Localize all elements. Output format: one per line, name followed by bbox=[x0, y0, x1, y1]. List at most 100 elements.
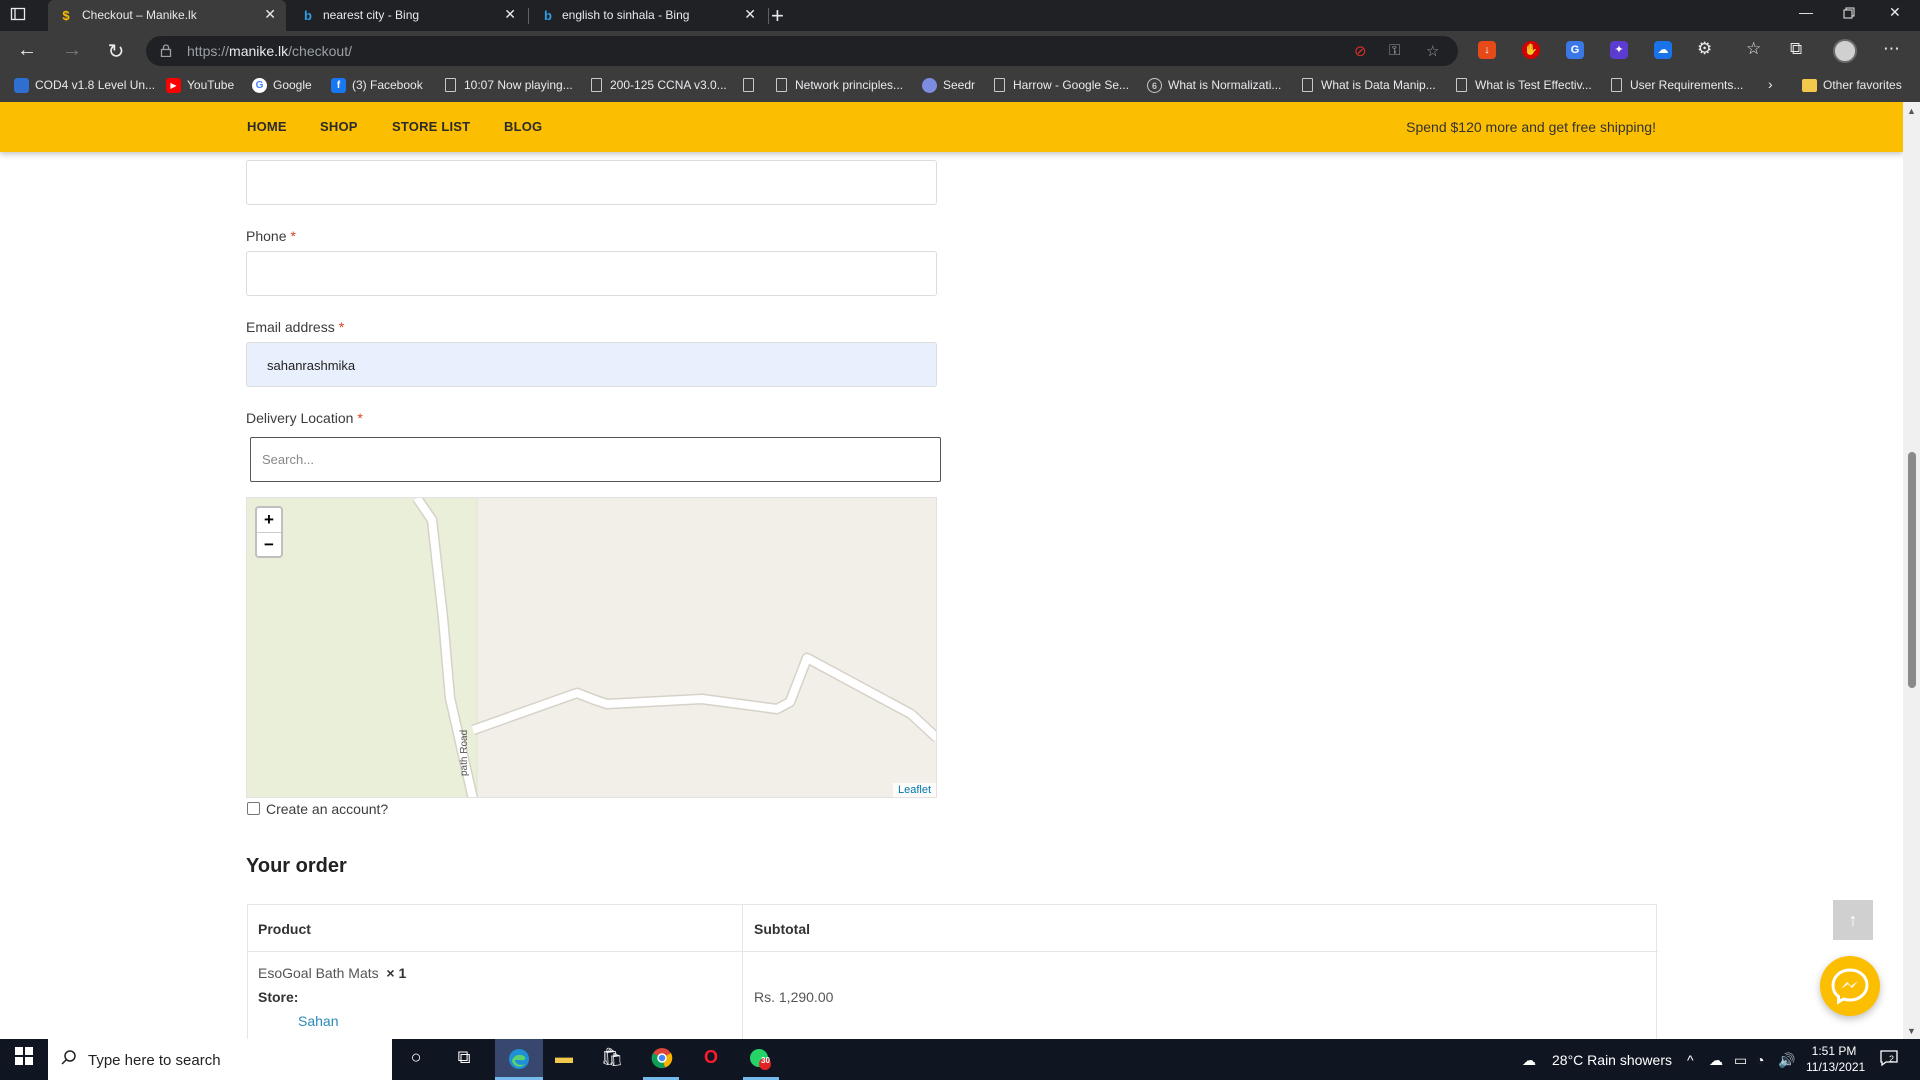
extensions-icon[interactable]: ⚙ bbox=[1697, 39, 1712, 59]
adblock-extension-icon[interactable]: ✋ bbox=[1522, 41, 1540, 59]
leaflet-attribution-link[interactable]: Leaflet bbox=[892, 783, 936, 797]
location-search-input[interactable]: Search... bbox=[250, 437, 941, 482]
chevron-right-icon[interactable]: › bbox=[1768, 76, 1773, 93]
weather-icon[interactable]: ☁ bbox=[1522, 1052, 1536, 1069]
bookmark-network-principles[interactable]: Network principles... bbox=[774, 78, 903, 95]
bing-icon: b bbox=[544, 8, 552, 23]
scroll-down-arrow-icon[interactable]: ▼ bbox=[1907, 1026, 1916, 1036]
nav-blog[interactable]: BLOG bbox=[504, 119, 542, 134]
download-extension-icon[interactable]: ↓ bbox=[1478, 41, 1496, 59]
bookmark-test-effectiveness[interactable]: What is Test Effectiv... bbox=[1454, 78, 1592, 95]
phone-input[interactable] bbox=[246, 251, 937, 296]
tab-title: Checkout – Manike.lk bbox=[82, 8, 197, 22]
search-placeholder: Search... bbox=[262, 452, 315, 467]
system-clock[interactable]: 1:51 PM 11/13/2021 bbox=[1806, 1043, 1865, 1075]
phone-label: Phone * bbox=[246, 228, 296, 244]
tab-title: english to sinhala - Bing bbox=[562, 8, 690, 22]
subtotal-column-header: Subtotal bbox=[754, 921, 810, 937]
forward-icon[interactable]: → bbox=[60, 39, 84, 62]
nav-shop[interactable]: SHOP bbox=[320, 119, 358, 134]
collections-icon[interactable]: ⧉ bbox=[1790, 39, 1802, 59]
restore-icon[interactable] bbox=[1843, 6, 1855, 22]
document-blue-icon bbox=[14, 78, 29, 93]
cloud-extension-icon[interactable]: ☁ bbox=[1654, 41, 1672, 59]
email-input[interactable]: sahanrashmika bbox=[246, 342, 937, 387]
edge-taskbar-icon[interactable] bbox=[505, 1047, 533, 1071]
previous-field-input[interactable] bbox=[246, 160, 937, 205]
translate-extension-icon[interactable]: G bbox=[1566, 41, 1584, 59]
url-text[interactable]: https://manike.lk/checkout/ bbox=[187, 43, 352, 59]
other-favorites-folder[interactable]: Other favorites bbox=[1802, 78, 1902, 95]
tab-english-to-sinhala[interactable]: b english to sinhala - Bing ✕ bbox=[530, 0, 766, 31]
close-tab-icon[interactable]: ✕ bbox=[264, 6, 276, 23]
bookmark-normalization[interactable]: 6 What is Normalizati... bbox=[1147, 78, 1281, 95]
task-view-icon[interactable]: ⧉ bbox=[450, 1047, 478, 1071]
bookmark-facebook[interactable]: f (3) Facebook bbox=[331, 78, 423, 95]
meet-now-icon[interactable]: ▭ bbox=[1734, 1052, 1747, 1069]
close-window-icon[interactable]: ✕ bbox=[1889, 4, 1901, 21]
whatsapp-icon[interactable]: 30 bbox=[746, 1047, 774, 1071]
close-tab-icon[interactable]: ✕ bbox=[504, 6, 516, 23]
profile-avatar[interactable] bbox=[1833, 39, 1857, 63]
bookmark-harrow[interactable]: Harrow - Google Se... bbox=[992, 78, 1129, 95]
vpn-extension-icon[interactable]: ✦ bbox=[1610, 41, 1628, 59]
more-menu-icon[interactable]: ⋯ bbox=[1883, 39, 1900, 59]
new-tab-icon[interactable]: + bbox=[771, 3, 784, 29]
bookmark-seedr[interactable]: Seedr bbox=[922, 78, 975, 95]
bookmark-google[interactable]: G Google bbox=[252, 78, 312, 95]
tab-nearest-city[interactable]: b nearest city - Bing ✕ bbox=[290, 0, 526, 31]
store-name-link[interactable]: Sahan bbox=[298, 1013, 338, 1029]
volume-icon[interactable]: 🔊 bbox=[1778, 1052, 1795, 1069]
taskbar-search-box[interactable]: Type here to search bbox=[48, 1039, 392, 1080]
manike-favicon-icon: $ bbox=[62, 8, 70, 23]
page-scrollbar[interactable]: ▲ ▼ bbox=[1903, 102, 1920, 1039]
minimize-icon[interactable]: — bbox=[1799, 4, 1813, 20]
tab-checkout[interactable]: $ Checkout – Manike.lk ✕ bbox=[48, 0, 286, 31]
chrome-icon[interactable] bbox=[648, 1047, 676, 1071]
cortana-icon[interactable]: ○ bbox=[402, 1047, 430, 1071]
zoom-in-button[interactable]: + bbox=[257, 508, 281, 532]
youtube-icon: ▶ bbox=[166, 78, 181, 93]
bookmark-now-playing[interactable]: 10:07 Now playing... bbox=[443, 78, 573, 95]
notification-center-icon[interactable]: 2 bbox=[1880, 1049, 1898, 1070]
add-favorite-icon[interactable]: ☆ bbox=[1426, 42, 1439, 60]
scroll-to-top-button[interactable]: ↑ bbox=[1833, 900, 1873, 940]
back-icon[interactable]: ← bbox=[15, 39, 39, 62]
onedrive-icon[interactable]: ☁ bbox=[1709, 1052, 1723, 1069]
refresh-icon[interactable]: ↻ bbox=[104, 39, 128, 64]
messenger-chat-button[interactable] bbox=[1820, 956, 1880, 1016]
bookmark-user-requirements[interactable]: User Requirements... bbox=[1609, 78, 1743, 95]
bookmark-ccna[interactable]: 200-125 CCNA v3.0... bbox=[589, 78, 727, 95]
delivery-map[interactable]: path Road + − Leaflet bbox=[246, 497, 937, 798]
nav-home[interactable]: HOME bbox=[247, 119, 287, 134]
bookmark-cod4[interactable]: COD4 v1.8 Level Un... bbox=[14, 78, 155, 95]
lock-icon[interactable] bbox=[160, 44, 172, 58]
scrollbar-thumb[interactable] bbox=[1908, 452, 1916, 688]
favorites-bar: COD4 v1.8 Level Un... ▶ YouTube G Google f… bbox=[0, 71, 1920, 102]
bookmark-youtube[interactable]: ▶ YouTube bbox=[166, 78, 234, 95]
windows-start-icon[interactable] bbox=[10, 1047, 38, 1071]
tab-actions-icon[interactable] bbox=[10, 6, 30, 26]
bookmark-untitled[interactable] bbox=[741, 78, 762, 95]
map-tiles[interactable] bbox=[247, 498, 937, 798]
address-bar[interactable]: https://manike.lk/checkout/ ⊘ ⚿ ☆ bbox=[146, 36, 1458, 66]
create-account-checkbox[interactable] bbox=[247, 802, 260, 815]
clock-time: 1:51 PM bbox=[1811, 1044, 1857, 1058]
bookmark-data-manipulation[interactable]: What is Data Manip... bbox=[1300, 78, 1436, 95]
zoom-out-button[interactable]: − bbox=[257, 533, 281, 557]
weather-text[interactable]: 28°C Rain showers bbox=[1552, 1052, 1672, 1068]
wifi-icon[interactable]: ◔ bbox=[1756, 1052, 1764, 1068]
nav-store-list[interactable]: STORE LIST bbox=[392, 119, 470, 134]
create-account-label[interactable]: Create an account? bbox=[266, 801, 388, 817]
key-icon[interactable]: ⚿ bbox=[1389, 42, 1400, 59]
file-explorer-icon[interactable]: ▬ bbox=[550, 1047, 578, 1071]
page-icon bbox=[1611, 78, 1622, 92]
scroll-up-arrow-icon[interactable]: ▲ bbox=[1907, 106, 1916, 116]
close-tab-icon[interactable]: ✕ bbox=[744, 6, 756, 23]
show-hidden-icons[interactable]: ^ bbox=[1687, 1052, 1694, 1068]
page-icon bbox=[1302, 78, 1313, 92]
tracking-prevention-icon[interactable]: ⊘ bbox=[1354, 42, 1367, 60]
opera-icon[interactable]: O bbox=[697, 1047, 725, 1071]
favorites-icon[interactable]: ☆ bbox=[1746, 39, 1761, 59]
store-icon[interactable]: 🛍 bbox=[598, 1047, 626, 1071]
